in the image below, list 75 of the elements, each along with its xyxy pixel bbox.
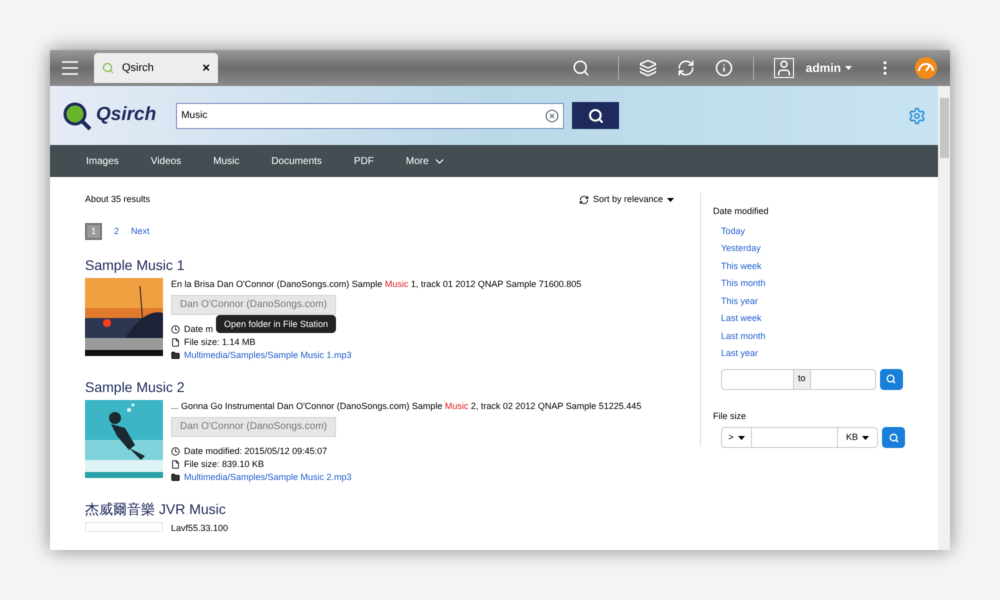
user-icon[interactable] [774,58,794,78]
date-from-field[interactable] [721,368,794,390]
result-snippet: En la Brisa Dan O'Connor (DanoSongs.com) Sample Music 1, track 01 2012 QNAP Sample 71600.805 [171,278,582,291]
close-button[interactable]: × [202,58,210,78]
date-to-field[interactable] [810,368,876,390]
dashboard-icon[interactable] [914,56,938,80]
clock-icon [171,325,180,334]
search-input[interactable]: Music [181,108,546,123]
page-link[interactable]: Next [131,224,150,238]
search-field[interactable]: Music [176,102,564,128]
file-path-link[interactable]: Multimedia/Samples/Sample Music 1.mp3 [184,349,352,362]
file-icon [171,338,180,347]
file-path-link[interactable]: Multimedia/Samples/Sample Music 2.mp3 [184,471,352,484]
date-filter-link[interactable]: Last month [721,330,938,343]
date-filter-link[interactable]: Last week [721,312,938,326]
caret-icon [845,66,852,70]
result-title[interactable]: 杰威爾音樂 JVR Music [85,500,700,518]
caret-icon [738,436,745,440]
caret-icon [862,436,869,440]
nav-link[interactable]: Music [213,154,240,168]
date-filter-link[interactable]: Yesterday [721,242,938,256]
date-modified: Date m [184,323,214,336]
sync-icon[interactable] [676,59,695,77]
results-count: About 35 results [85,193,150,206]
app-logo-icon [102,62,114,74]
tab-title: Qsirch [122,60,155,76]
filter-heading: File size [713,410,748,422]
clock-icon [171,447,180,456]
result-snippet: ... Gonna Go Instrumental Dan O'Connor (DanoSongs.com) Sample Music 2, track 02 2012 QNAP Sample 51225.445 [171,400,642,413]
app-tab[interactable]: Qsirch × [94,53,218,83]
scrollbar[interactable] [938,86,950,550]
clear-icon[interactable] [545,108,560,122]
nav-link[interactable]: Documents [271,154,322,168]
page-link[interactable]: 2 [114,224,120,238]
settings-icon[interactable] [908,106,926,124]
date-filter-link[interactable]: This year [721,294,938,308]
menu-icon[interactable] [62,61,78,75]
sort-menu[interactable]: Sort by relevance [578,193,674,206]
nav-link[interactable]: Images [86,154,119,168]
caret-icon [667,198,674,202]
sort-icon [578,194,589,205]
folder-icon [171,351,180,360]
nav-menu[interactable]: More [406,154,446,168]
date-modified: Date modified: 2015/05/12 09:45:07 [184,445,328,458]
file-size: File size: 1.14 MB [184,336,256,349]
search-icon [886,374,896,384]
info-icon[interactable] [714,59,733,77]
search-icon [888,432,898,442]
logo-icon [62,100,92,130]
date-filter-link[interactable]: Last year [721,347,938,360]
search-icon[interactable] [572,59,590,77]
date-filter-link[interactable]: This month [721,277,938,290]
result-title[interactable]: Sample Music 1 [85,256,700,274]
range-label: to [794,368,810,390]
stack-icon[interactable] [638,59,657,77]
logo-text: Qsirch [96,103,156,128]
operator-select[interactable]: > [721,427,752,448]
file-size: File size: 839.10 KB [184,458,264,471]
artist-tag[interactable]: Dan O'Connor (DanoSongs.com) [171,295,336,315]
search-icon [588,108,604,124]
user-menu[interactable]: admin [806,59,852,77]
tooltip: Open folder in File Station [216,315,336,333]
unit-select[interactable]: KB [837,427,878,448]
nav-link[interactable]: Videos [150,154,182,168]
search-button[interactable] [572,102,620,129]
result-title[interactable]: Sample Music 2 [85,378,700,396]
size-field[interactable] [752,427,837,448]
date-filter-link[interactable]: This week [721,260,938,273]
folder-icon [171,473,180,482]
nav-link[interactable]: PDF [354,154,374,168]
file-icon [171,460,180,469]
result-snippet: Lavf55.33.100 [171,522,228,535]
date-filter-link[interactable]: Today [721,224,938,238]
filter-heading: Date modified [713,205,770,218]
artist-tag[interactable]: Dan O'Connor (DanoSongs.com) [171,417,336,437]
